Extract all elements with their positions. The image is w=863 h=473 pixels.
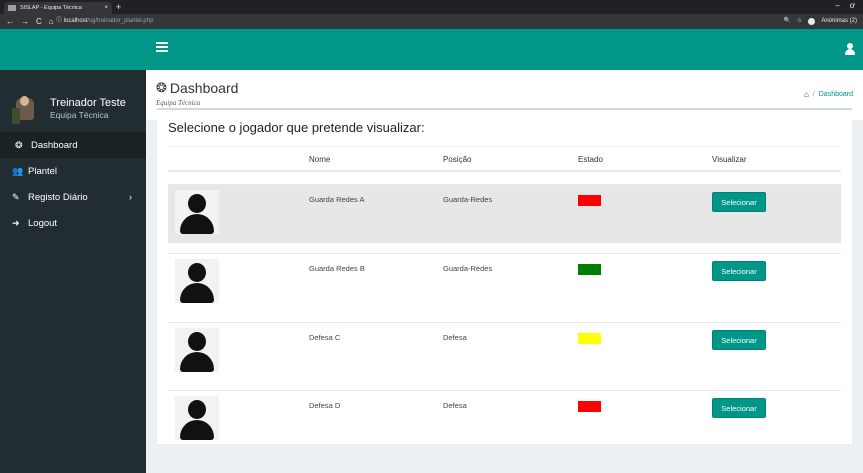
sidebar-brand: [0, 29, 146, 70]
sidebar-item-label: Plantel: [28, 165, 58, 177]
browser-address-bar: ← → C ⌂ ⓘ localhost/sg/treinador_plantel…: [0, 14, 863, 29]
favicon-icon: [8, 5, 16, 11]
player-name: Defesa D: [309, 401, 341, 410]
url-field[interactable]: ⓘ localhost/sg/treinador_plantel.php: [56, 16, 153, 27]
sign-out-icon: ➜: [12, 217, 20, 228]
player-avatar: [175, 328, 219, 372]
player-name: Defesa C: [309, 333, 341, 342]
column-header-posicao: Posição: [443, 155, 472, 164]
search-icon[interactable]: 🔍: [783, 16, 790, 27]
browser-tab[interactable]: SISLAP - Equipa Técnica ×: [4, 2, 112, 14]
player-avatar: [175, 396, 219, 440]
browser-nav: ← → C ⌂: [6, 16, 54, 27]
window-controls: – ơ: [835, 1, 855, 10]
player-name: Guarda Redes B: [309, 264, 365, 273]
table-header: Nome Posição Estado Visualizar: [168, 146, 841, 172]
page-subtitle: Equipa Técnica: [156, 99, 201, 107]
sidebar-menu: ❂ Dashboard 👥 Plantel ✎ Registo Diário ›…: [0, 132, 146, 236]
players-box: Selecione o jogador que pretende visuali…: [157, 108, 852, 444]
breadcrumb-current[interactable]: Dashboard: [819, 91, 853, 98]
chevron-right-icon: ›: [129, 192, 132, 202]
sidebar-item-dashboard[interactable]: ❂ Dashboard: [0, 132, 146, 158]
status-indicator: [578, 195, 601, 206]
column-header-nome: Nome: [309, 155, 331, 164]
users-icon: 👥: [12, 165, 24, 176]
status-indicator: [578, 264, 601, 275]
user-menu-icon[interactable]: [845, 43, 855, 55]
tab-title: SISLAP - Equipa Técnica: [20, 5, 82, 11]
sidebar-item-registo-diario[interactable]: ✎ Registo Diário ›: [0, 184, 146, 210]
select-player-button[interactable]: Selecionar: [712, 398, 766, 418]
site-info-icon[interactable]: ⓘ: [56, 18, 62, 24]
select-player-button[interactable]: Selecionar: [712, 261, 766, 281]
browser-right-controls: 🔍 ☆ Anónimas (2): [783, 16, 857, 27]
breadcrumb: ⌂ / Dashboard: [804, 90, 853, 99]
player-position: Defesa: [443, 333, 467, 342]
player-position: Guarda-Redes: [443, 264, 493, 273]
player-avatar: [175, 259, 219, 303]
profile-label[interactable]: Anónimas (2): [821, 16, 857, 27]
avatar: [12, 94, 38, 124]
close-tab-icon[interactable]: ×: [104, 5, 108, 11]
hamburger-icon[interactable]: [156, 42, 168, 52]
browser-tabbar: SISLAP - Equipa Técnica × + – ơ: [0, 0, 863, 14]
table-row: Defesa D Defesa Selecionar: [168, 390, 841, 449]
tachometer-icon: ❂: [15, 139, 23, 150]
table-row: Guarda Redes B Guarda-Redes Selecionar: [168, 253, 841, 312]
player-position: Defesa: [443, 401, 467, 410]
top-navbar: [146, 29, 863, 70]
table-row: Guarda Redes A Guarda-Redes Selecionar: [168, 184, 841, 243]
sidebar: Treinador Teste Equipa Técnica ❂ Dashboa…: [0, 29, 146, 473]
breadcrumb-separator: /: [812, 91, 815, 98]
user-role: Equipa Técnica: [50, 110, 109, 120]
player-avatar: [175, 190, 219, 234]
reload-icon[interactable]: C: [36, 16, 42, 27]
column-header-estado: Estado: [578, 155, 603, 164]
back-icon[interactable]: ←: [6, 16, 14, 27]
user-name: Treinador Teste: [50, 97, 126, 109]
star-icon[interactable]: ☆: [797, 16, 802, 27]
sidebar-item-plantel[interactable]: 👥 Plantel: [0, 158, 146, 184]
sidebar-item-label: Logout: [28, 217, 58, 229]
player-name: Guarda Redes A: [309, 195, 365, 204]
sidebar-item-logout[interactable]: ➜ Logout: [0, 210, 146, 236]
status-indicator: [578, 401, 601, 412]
table-row: Defesa C Defesa Selecionar: [168, 322, 841, 381]
status-indicator: [578, 333, 601, 344]
profile-icon[interactable]: [808, 18, 816, 25]
home-icon[interactable]: ⌂: [804, 90, 809, 99]
window-close-icon[interactable]: ơ: [850, 1, 855, 10]
new-tab-button[interactable]: +: [116, 2, 121, 12]
home-icon[interactable]: ⌂: [49, 16, 54, 27]
select-player-button[interactable]: Selecionar: [712, 192, 766, 212]
column-header-visualizar: Visualizar: [712, 155, 747, 164]
minimize-icon[interactable]: –: [835, 1, 839, 10]
page-title: ❂ Dashboard: [156, 80, 238, 96]
box-title: Selecione o jogador que pretende visuali…: [168, 120, 425, 135]
url-host: localhost: [63, 18, 88, 24]
tachometer-icon: ❂: [156, 80, 167, 95]
edit-icon: ✎: [12, 191, 20, 202]
page-title-text: Dashboard: [169, 80, 239, 96]
player-position: Guarda-Redes: [443, 195, 493, 204]
sidebar-item-label: Dashboard: [31, 139, 78, 151]
url-path: /sg/treinador_plantel.php: [87, 18, 154, 24]
select-player-button[interactable]: Selecionar: [712, 330, 766, 350]
sidebar-item-label: Registo Diário: [28, 191, 88, 203]
forward-icon[interactable]: →: [21, 16, 29, 27]
